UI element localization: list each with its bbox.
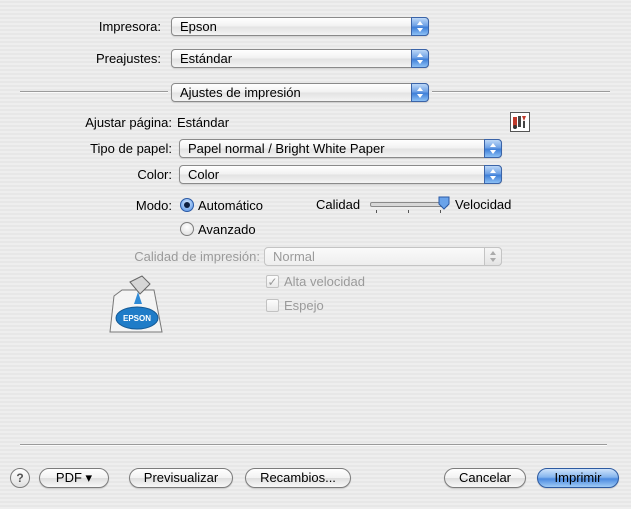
- popup-arrows-icon: [484, 247, 502, 266]
- print-quality-value: Normal: [273, 249, 315, 264]
- print-button[interactable]: Imprimir: [537, 468, 619, 488]
- printer-label: Impresora:: [98, 19, 161, 34]
- quality-speed-slider[interactable]: [368, 196, 452, 213]
- high-speed-checkbox[interactable]: ✓: [266, 275, 279, 288]
- separator-left: [20, 91, 168, 93]
- preview-button[interactable]: Previsualizar: [129, 468, 233, 488]
- supplies-button[interactable]: Recambios...: [245, 468, 351, 488]
- cancel-button[interactable]: Cancelar: [444, 468, 526, 488]
- mode-advanced-label[interactable]: Avanzado: [198, 222, 256, 237]
- popup-arrows-icon: [484, 165, 502, 184]
- popup-arrows-icon: [411, 17, 429, 36]
- popup-arrows-icon: [484, 139, 502, 158]
- printer-tools-icon[interactable]: [510, 112, 530, 132]
- separator-right: [432, 91, 610, 93]
- page-setup-value: Estándar: [177, 115, 230, 130]
- mode-automatic-label[interactable]: Automático: [198, 198, 263, 213]
- mode-advanced-radio[interactable]: [180, 222, 194, 236]
- slider-speed-label: Velocidad: [455, 197, 512, 212]
- slider-tick: [440, 210, 441, 213]
- mirror-checkbox[interactable]: [266, 299, 279, 312]
- high-speed-label: Alta velocidad: [284, 274, 365, 289]
- popup-arrows-icon: [411, 49, 429, 68]
- presets-popup[interactable]: Estándar: [171, 49, 429, 68]
- slider-thumb[interactable]: [438, 196, 450, 210]
- paper-type-label: Tipo de papel:: [90, 141, 172, 156]
- epson-ink-icon: EPSON: [108, 274, 164, 336]
- presets-label: Preajustes:: [95, 51, 161, 66]
- mirror-label: Espejo: [284, 298, 324, 313]
- footer-separator: [20, 444, 607, 446]
- paper-type-popup[interactable]: Papel normal / Bright White Paper: [179, 139, 502, 158]
- color-value: Color: [188, 167, 220, 182]
- color-label: Color:: [137, 167, 172, 182]
- epson-logo-text: EPSON: [122, 314, 151, 323]
- help-button[interactable]: ?: [10, 468, 30, 488]
- panel-menu-popup[interactable]: Ajustes de impresión: [171, 83, 429, 102]
- color-popup[interactable]: Color: [179, 165, 502, 184]
- pdf-menu-button[interactable]: PDF ▾: [39, 468, 109, 488]
- slider-tick: [408, 210, 409, 213]
- panel-menu-value: Ajustes de impresión: [180, 85, 301, 100]
- page-setup-label: Ajustar página:: [85, 115, 172, 130]
- mode-label: Modo:: [135, 198, 172, 213]
- slider-track: [370, 202, 448, 207]
- mode-automatic-radio[interactable]: [180, 198, 194, 212]
- print-quality-label: Calidad de impresión:: [134, 249, 260, 264]
- printer-value: Epson: [180, 19, 217, 34]
- printer-popup[interactable]: Epson: [171, 17, 429, 36]
- popup-arrows-icon: [411, 83, 429, 102]
- slider-quality-label: Calidad: [316, 197, 361, 212]
- slider-tick: [376, 210, 377, 213]
- print-quality-popup[interactable]: Normal: [264, 247, 502, 266]
- paper-type-value: Papel normal / Bright White Paper: [188, 141, 385, 156]
- presets-value: Estándar: [180, 51, 233, 66]
